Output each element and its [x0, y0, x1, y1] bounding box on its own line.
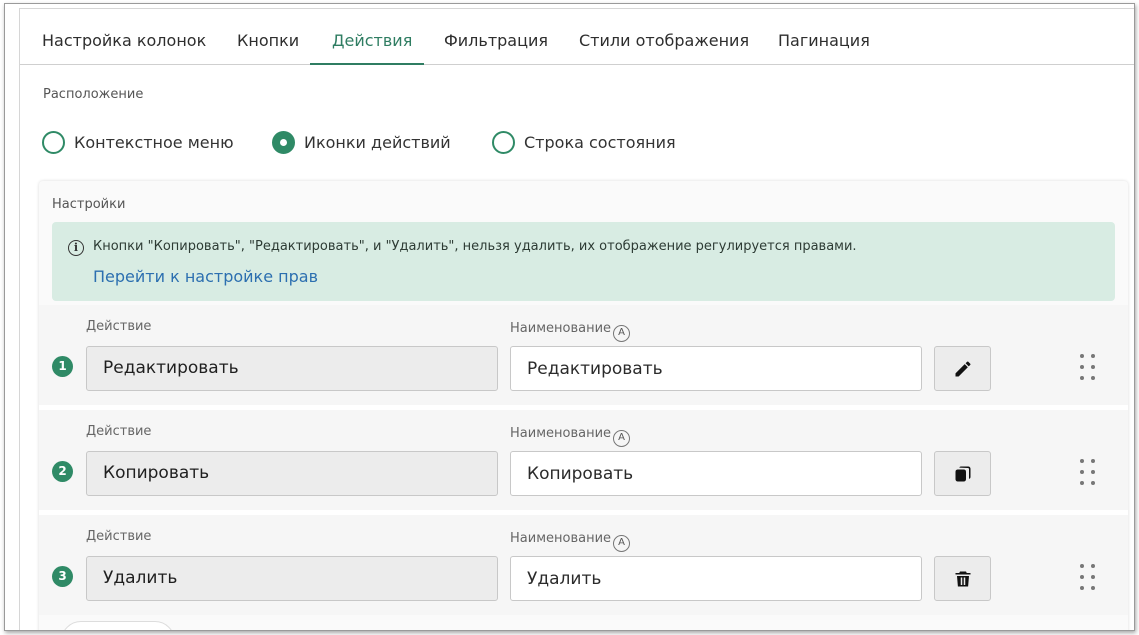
delete-icon-button[interactable]	[934, 556, 991, 601]
tab-column-settings[interactable]: Настройка колонок	[42, 31, 206, 50]
auto-icon: A	[613, 535, 631, 552]
radio-context-menu-circle[interactable]	[42, 130, 65, 154]
radio-action-icons-label: Иконки действий	[304, 132, 451, 152]
row-number-badge: 1	[52, 356, 73, 377]
radio-status-bar-label: Строка состояния	[524, 132, 676, 152]
add-action-button[interactable]	[61, 621, 175, 630]
tab-actions[interactable]: Действия	[332, 31, 412, 50]
rights-settings-link[interactable]: Перейти к настройке прав	[93, 267, 318, 286]
radio-context-menu[interactable]: Контекстное меню	[42, 130, 234, 154]
auto-icon: A	[613, 430, 631, 447]
action-row: Действие Наименование A 1 Редактировать	[39, 305, 1128, 405]
action-label: Действие	[86, 424, 152, 439]
tab-bar: Настройка колонок Кнопки Действия Фильтр…	[20, 9, 1134, 65]
action-row: Действие Наименование A 3 Удалить	[39, 515, 1128, 615]
name-label-text: Наименование	[510, 426, 612, 441]
row-number-badge: 2	[52, 461, 73, 482]
tab-pagination[interactable]: Пагинация	[778, 31, 870, 50]
action-row: Действие Наименование A 2 Копировать	[39, 410, 1128, 510]
rights-alert: i Кнопки "Копировать", "Редактировать", …	[52, 222, 1115, 301]
settings-panel: Настройка колонок Кнопки Действия Фильтр…	[19, 8, 1134, 630]
action-label: Действие	[86, 319, 152, 334]
alert-text: Кнопки "Копировать", "Редактировать", и …	[93, 239, 857, 254]
trash-icon	[955, 571, 970, 586]
radio-status-bar[interactable]: Строка состояния	[492, 130, 676, 154]
radio-action-icons-circle[interactable]	[272, 130, 295, 154]
action-field: Копировать	[86, 451, 498, 496]
pencil-icon	[955, 360, 970, 376]
name-input[interactable]	[510, 556, 922, 601]
window-frame: Настройка колонок Кнопки Действия Фильтр…	[4, 3, 1135, 631]
tab-buttons[interactable]: Кнопки	[237, 31, 299, 50]
settings-card: Настройки i Кнопки "Копировать", "Редакт…	[39, 181, 1128, 630]
copy-icon	[955, 465, 970, 481]
tab-filtering[interactable]: Фильтрация	[444, 31, 548, 50]
auto-icon: A	[613, 325, 631, 342]
active-tab-indicator	[310, 63, 424, 65]
info-icon: i	[68, 240, 84, 256]
placement-label: Расположение	[43, 87, 144, 102]
action-label: Действие	[86, 529, 152, 544]
radio-status-bar-circle[interactable]	[492, 130, 515, 154]
row-number-badge: 3	[52, 566, 73, 587]
settings-label: Настройки	[52, 197, 126, 212]
name-input[interactable]	[510, 451, 922, 496]
drag-handle-icon[interactable]	[1080, 564, 1100, 592]
drag-handle-icon[interactable]	[1080, 459, 1100, 487]
radio-action-icons[interactable]: Иконки действий	[272, 130, 451, 154]
name-label-text: Наименование	[510, 321, 612, 336]
copy-icon-button[interactable]	[934, 451, 991, 496]
action-field: Удалить	[86, 556, 498, 601]
drag-handle-icon[interactable]	[1080, 354, 1100, 382]
radio-context-menu-label: Контекстное меню	[74, 132, 234, 152]
tab-display-styles[interactable]: Стили отображения	[579, 31, 749, 50]
name-label: Наименование A	[510, 531, 631, 552]
action-field: Редактировать	[86, 346, 498, 391]
name-label-text: Наименование	[510, 531, 612, 546]
name-label: Наименование A	[510, 321, 631, 342]
name-input[interactable]	[510, 346, 922, 391]
name-label: Наименование A	[510, 426, 631, 447]
edit-icon-button[interactable]	[934, 346, 991, 391]
